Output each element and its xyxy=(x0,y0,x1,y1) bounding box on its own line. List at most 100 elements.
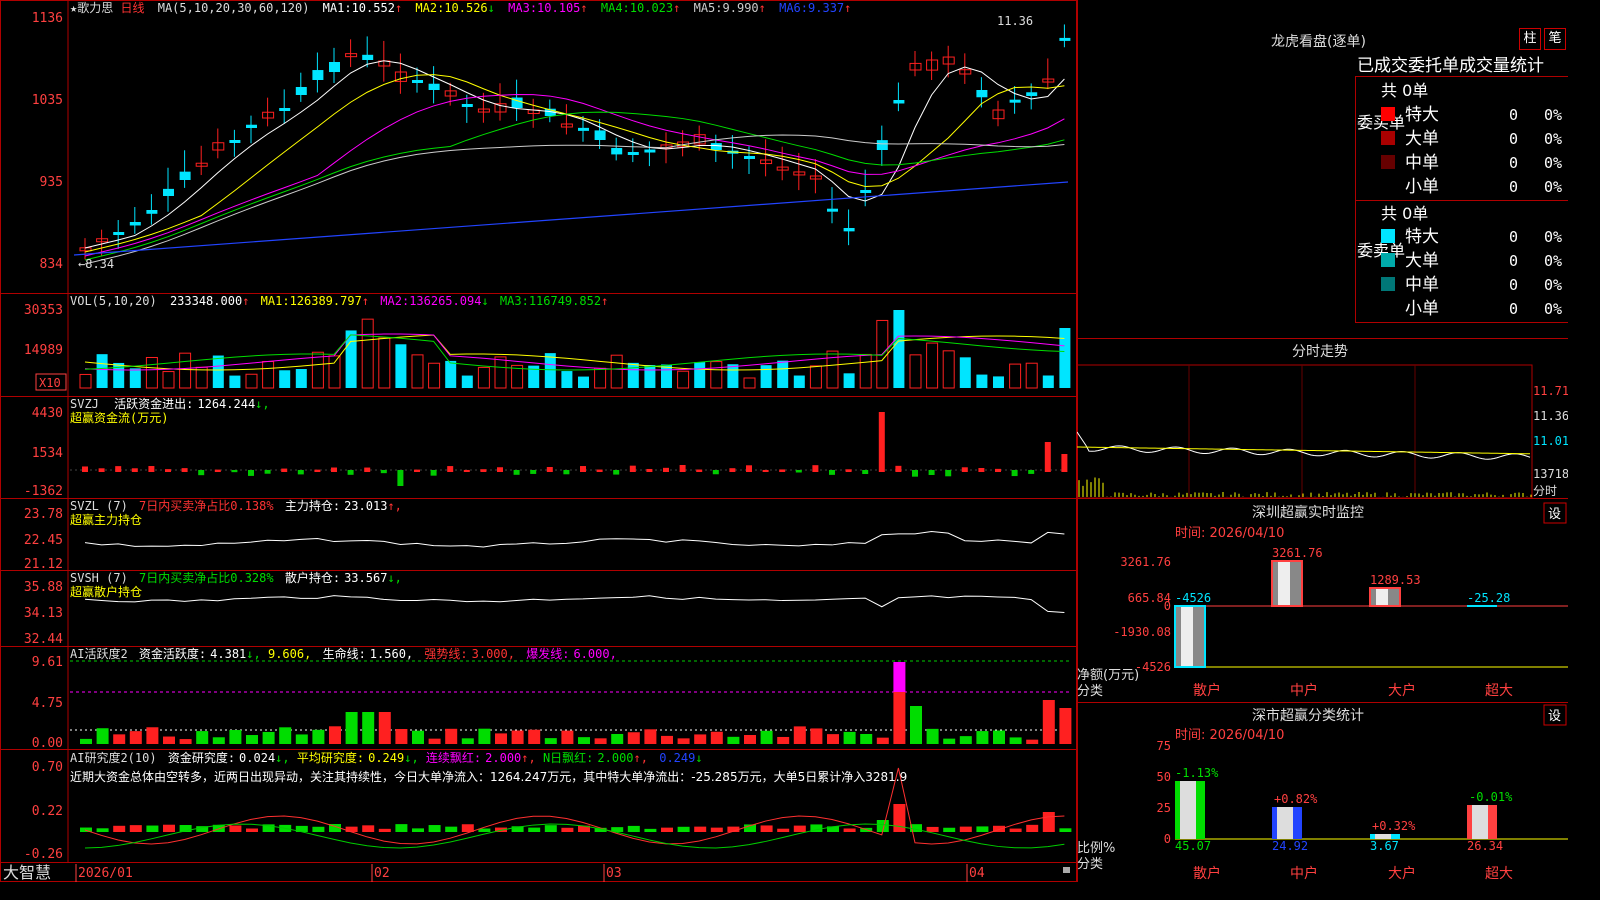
research-bar xyxy=(395,824,408,832)
svzj-bar xyxy=(264,470,271,474)
research-bar xyxy=(96,828,109,832)
tab-bar[interactable]: 已成交委托单成交量统计 xyxy=(1357,56,1544,76)
ai1-tick: 4.75 xyxy=(32,696,63,711)
lock-icon[interactable] xyxy=(1063,867,1070,873)
svzj-bar xyxy=(198,470,205,476)
volume-bar xyxy=(328,355,341,389)
svzj-tick: -1362 xyxy=(24,484,63,499)
sz-class-cat: 超大 xyxy=(1485,866,1513,882)
longhu-title: 龙虎看盘(逐单) xyxy=(1271,33,1366,50)
high-mark: 11.36 xyxy=(997,14,1033,28)
bar-mode-button[interactable]: 柱 xyxy=(1519,28,1541,50)
research-bar xyxy=(163,824,175,832)
tab-filled[interactable]: 已成交 xyxy=(1357,56,1408,76)
tab-orders[interactable]: 委托单 xyxy=(1408,56,1459,76)
activity-bar xyxy=(461,738,474,744)
ma-header: ★歌力思 日线 MA(5,10,20,30,60,120) MA1:10.552… xyxy=(70,0,851,15)
activity-bar xyxy=(744,735,756,744)
vol-header: VOL(5,10,20) 233348.000↑ MA1:126389.797↑… xyxy=(70,294,608,308)
svzj-bar xyxy=(580,466,586,472)
volume-bar xyxy=(594,367,607,389)
activity-bar xyxy=(395,728,408,744)
ai2-comment: 近期大资金总体由空转多，近两日出现异动，关注其持续性，今日大单净流入：1264.… xyxy=(70,769,907,784)
research-bar xyxy=(345,826,358,832)
activity-bar xyxy=(312,729,325,744)
vol-tick: 30353 xyxy=(24,303,63,318)
sz-net-value: -25.28 xyxy=(1467,591,1510,605)
kline-area[interactable]: ★歌力思 日线 MA(5,10,20,30,60,120) MA1:10.552… xyxy=(0,0,1077,882)
volume-bar xyxy=(295,369,307,388)
research-bar xyxy=(644,828,657,832)
szcls-tick: 0 xyxy=(1164,832,1171,846)
volume-bar xyxy=(461,375,473,388)
svzj-bar xyxy=(878,412,885,472)
volume-bar xyxy=(561,371,573,388)
order-swatch xyxy=(1381,155,1395,169)
ma-line xyxy=(84,60,1065,249)
szmon-tick: -1930.08 xyxy=(1113,625,1171,639)
activity-bar xyxy=(910,706,922,744)
date-axis: 2026/01 02 03 04 xyxy=(78,866,985,881)
activity-bar xyxy=(428,738,441,744)
volume-bar xyxy=(677,370,690,389)
activity-bar xyxy=(129,731,142,744)
activity-bar xyxy=(179,739,192,744)
intraday-title: 分时走势 xyxy=(1292,344,1348,360)
svzl-line xyxy=(84,531,1065,548)
date-ticks xyxy=(75,864,968,882)
order-pct: 0% xyxy=(1544,252,1562,270)
svzj-bar xyxy=(480,469,487,472)
volume-bar xyxy=(1009,363,1022,389)
activity-bar xyxy=(810,728,823,744)
sz-class-change: +0.32% xyxy=(1372,819,1416,833)
sz-net-bar-shine xyxy=(1181,606,1193,667)
order-pct: 0% xyxy=(1544,154,1562,172)
svzj-bar xyxy=(165,469,171,472)
svzj-bar xyxy=(463,469,470,472)
candle-body xyxy=(362,54,374,60)
intraday-tick: 11.36 xyxy=(1533,409,1568,423)
pen-mode-button[interactable]: 笔 xyxy=(1544,28,1566,50)
order-count: 0 xyxy=(1509,252,1518,270)
research-bar xyxy=(312,826,325,832)
sz-class-ratio-label: 比例% xyxy=(1077,841,1115,856)
research-bar xyxy=(843,828,856,832)
research-bar xyxy=(959,826,972,832)
svsh-axis: 35.88 34.13 32.44 xyxy=(24,580,63,647)
volume-bar xyxy=(378,337,391,389)
ma-lines xyxy=(73,60,1069,265)
volume-ma-lines xyxy=(84,333,1065,371)
tab-volume-stats[interactable]: 成交量统计 xyxy=(1459,56,1544,76)
volume-bar xyxy=(179,352,192,389)
sz-monitor-chart: -4526 3261.76 1289.53 -25.28 散户 中户 大户 超大 xyxy=(1174,546,1568,699)
activity-bar xyxy=(710,731,723,744)
research-bar xyxy=(378,828,391,832)
intraday-tick: 13718 xyxy=(1533,467,1568,481)
svzj-bar xyxy=(214,469,221,472)
volume-bar xyxy=(1059,328,1071,388)
svzj-bar xyxy=(148,466,155,472)
order-count: 0 xyxy=(1509,154,1518,172)
stock-title: ★歌力思 xyxy=(70,0,113,15)
activity-bar xyxy=(412,730,424,744)
activity-bar xyxy=(627,732,640,744)
volume-bar xyxy=(578,376,589,388)
svzj-bar xyxy=(829,470,835,475)
candle-body xyxy=(146,210,158,214)
sz-monitor-net-label: 净额(万元) xyxy=(1077,668,1139,683)
kline-chart[interactable]: ★歌力思 日线 MA(5,10,20,30,60,120) MA1:10.552… xyxy=(0,0,1077,882)
sz-class-value: 45.07 xyxy=(1175,839,1211,853)
svzj-bar xyxy=(862,470,869,475)
research-bar xyxy=(976,826,989,832)
ai1-header: AI活跃度2 资金活跃度: 4.381↓, 9.606, 生命线: 1.560, 强… xyxy=(70,646,617,661)
candle-body xyxy=(893,100,905,104)
svzj-bar xyxy=(115,466,122,472)
activity-bar xyxy=(976,731,989,744)
activity-bar xyxy=(1042,700,1055,744)
volume-bar xyxy=(395,344,407,388)
right-panel: 龙虎看盘(逐单) 已成交委托单成交量统计 委买单 共 0单 特大 0 0% 大单 0 0%… xyxy=(1076,0,1569,882)
candle-body xyxy=(1059,37,1071,41)
svzl-sub: 超赢主力持仓 xyxy=(70,512,142,527)
candle-body xyxy=(412,80,423,83)
ai2-tick: 0.70 xyxy=(32,760,63,775)
